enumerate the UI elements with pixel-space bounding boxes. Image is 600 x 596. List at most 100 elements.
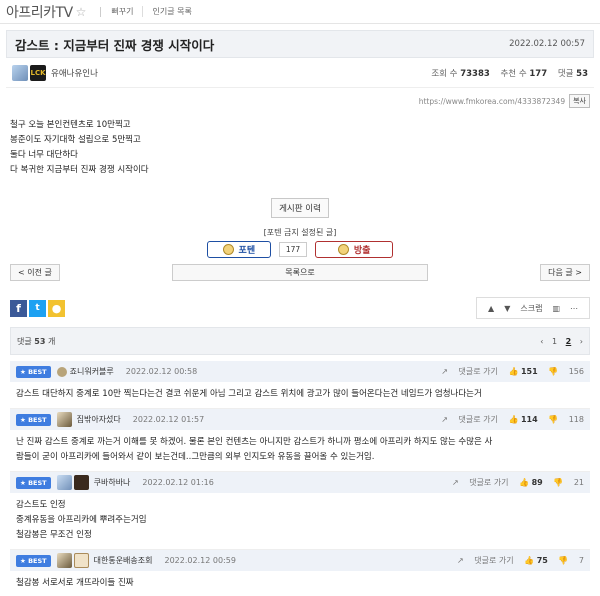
best-badge: ★ BEST	[16, 554, 51, 567]
list-button[interactable]: 목록으로	[172, 264, 428, 281]
upvote-label: 포텐	[238, 246, 256, 256]
comment-date: 2022.02.12 00:59	[164, 556, 236, 565]
user-icon	[56, 366, 67, 377]
downvote-button[interactable]: 방출	[315, 241, 394, 258]
post-date: 2022.02.12 00:57	[509, 39, 585, 49]
copy-button[interactable]: 복사	[569, 94, 590, 108]
prev-post-button[interactable]: < 이전 글	[10, 264, 60, 281]
author-name[interactable]: 유애나유인나	[51, 67, 98, 79]
pager-page-2[interactable]: 2	[566, 337, 572, 346]
arrow-down-icon[interactable]: ▼	[504, 304, 510, 313]
top-link-popular[interactable]: 인기글 목록	[141, 6, 192, 17]
reply-link[interactable]: ↗ 댓글로 가기	[441, 415, 498, 424]
next-post-button[interactable]: 다음 글 >	[540, 264, 590, 281]
post-nav: < 이전 글 목록으로 다음 글 >	[10, 264, 590, 281]
share-row: f t ● ▲ ▼ 스크랩 ▥ ⋯	[10, 297, 590, 319]
best-badge: ★ BEST	[16, 365, 51, 378]
divider	[100, 6, 102, 17]
user-avatar	[73, 553, 89, 568]
pager-prev[interactable]: ‹	[540, 337, 543, 346]
pager-next[interactable]: ›	[580, 337, 583, 346]
comment-pager: ‹ 1 2 ›	[534, 337, 583, 346]
reply-link[interactable]: ↗ 댓글로 가기	[441, 367, 498, 376]
recommend-count: 177	[529, 68, 548, 79]
reply-link[interactable]: ↗ 댓글로 가기	[457, 556, 514, 565]
dislike-button[interactable]: 👎 21	[553, 478, 584, 487]
smile-icon	[222, 244, 234, 255]
like-button[interactable]: 👍 114	[508, 415, 537, 424]
like-button[interactable]: 👍 89	[519, 478, 543, 487]
downvote-label: 방출	[353, 246, 371, 256]
comment-date: 2022.02.12 01:57	[132, 415, 205, 424]
vote-label: [포텐 금지 설정된 글]	[263, 228, 337, 237]
author[interactable]: LCK 유애나유인나	[12, 64, 98, 81]
pager-page-1[interactable]: 1	[552, 337, 557, 346]
comment: ★ BEST 죠니워커블루 2022.02.12 00:58 ↗ 댓글로 가기 …	[10, 361, 590, 409]
top-link-cuckoo[interactable]: 뻐꾸기	[111, 6, 133, 17]
frown-icon	[337, 244, 349, 255]
board-history-button[interactable]: 게시판 이력	[271, 198, 329, 218]
comments-count: 53	[576, 68, 588, 79]
comment-author[interactable]: 쿠바하바나	[94, 477, 131, 488]
post-line: 다 복귀한 지금부터 진짜 경쟁 시작이다	[10, 165, 149, 175]
post-tools: ▲ ▼ 스크랩 ▥ ⋯	[476, 297, 590, 319]
reply-link[interactable]: ↗ 댓글로 가기	[452, 478, 509, 487]
best-badge: ★ BEST	[16, 476, 51, 489]
comment: ★ BEST 대한통운배송조회 2022.02.12 00:59 ↗ 댓글로 가…	[10, 550, 590, 596]
comment-head: ★ BEST 집밖아자섰다 2022.02.12 01:57 ↗ 댓글로 가기 …	[10, 409, 590, 430]
twitter-icon[interactable]: t	[29, 299, 46, 317]
comment-line: 철감봉 서로서로 개뜨라이들 진짜	[16, 578, 134, 588]
comment-body: 철감봉 서로서로 개뜨라이들 진짜	[10, 571, 590, 596]
post-line: 봉준이도 자기대학 설립으로 5만찍고	[10, 135, 141, 145]
upvote-button[interactable]: 포텐	[206, 241, 271, 258]
comment-author[interactable]: 죠니워커블루	[70, 366, 114, 377]
recommend-label: 추천 수	[500, 68, 527, 79]
comment-line: 철감봉은 무조건 인정	[16, 530, 92, 540]
dislike-button[interactable]: 👎 7	[558, 556, 584, 565]
scrap-button[interactable]: 스크랩	[520, 303, 542, 314]
comment-author[interactable]: 집밖아자섰다	[77, 414, 121, 425]
author-bar: LCK 유애나유인나 조회 수 73383 추천 수 177 댓글 53	[6, 58, 594, 88]
comment: ★ BEST 쿠바하바나 2022.02.12 01:16 ↗ 댓글로 가기 👍…	[10, 472, 590, 550]
vote-count: 177	[278, 242, 308, 257]
more-icon[interactable]: ⋯	[570, 304, 578, 313]
chart-icon[interactable]: ▥	[552, 304, 560, 313]
star-icon[interactable]: ☆	[76, 5, 87, 19]
comment-author[interactable]: 대한통운배송조회	[94, 555, 153, 566]
level-icon: LCK	[30, 64, 46, 81]
avatar	[12, 64, 28, 81]
comment-body: 감스트도 인정 중계유동을 아프리카에 뿌려주는거임 철감봉은 무조건 인정	[10, 493, 590, 549]
arrow-up-icon[interactable]: ▲	[488, 304, 494, 313]
comment-date: 2022.02.12 00:58	[125, 367, 198, 376]
comment-count: 댓글 53 개	[17, 336, 56, 346]
post-url[interactable]: https://www.fmkorea.com/4333872349	[419, 97, 565, 106]
user-avatar	[73, 475, 89, 490]
like-button[interactable]: 👍 151	[508, 367, 537, 376]
site-title[interactable]: 아프리카TV	[6, 2, 73, 22]
best-badge: ★ BEST	[16, 413, 51, 426]
post-body: 철구 오늘 본인컨텐츠로 10만찍고 봉준이도 자기대학 설립으로 5만찍고 둘…	[0, 110, 600, 178]
kakao-icon[interactable]: ●	[48, 299, 65, 317]
views-count: 73383	[460, 68, 490, 79]
dislike-button[interactable]: 👎 118	[548, 415, 584, 424]
post-title: 감스트 : 지금부터 진짜 경쟁 시작이다	[15, 37, 215, 53]
comment-body: 감스트 대단하지 중계로 10만 찍는다는건 결코 쉬운게 아님 그리고 감스트…	[10, 382, 590, 408]
post-line: 둘다 너무 대단하다	[10, 150, 78, 160]
facebook-icon[interactable]: f	[10, 299, 27, 317]
comment-head: ★ BEST 대한통운배송조회 2022.02.12 00:59 ↗ 댓글로 가…	[10, 550, 590, 571]
comment-head: ★ BEST 죠니워커블루 2022.02.12 00:58 ↗ 댓글로 가기 …	[10, 361, 590, 382]
vote-row: 포텐 177 방출	[0, 241, 600, 258]
user-avatar	[56, 553, 72, 568]
top-bar: 아프리카TV ☆ 뻐꾸기 인기글 목록	[0, 0, 600, 24]
post-stats: 조회 수 73383 추천 수 177 댓글 53	[431, 67, 588, 79]
share-icons: f t ●	[10, 299, 67, 317]
like-button[interactable]: 👍 75	[524, 556, 548, 565]
dislike-button[interactable]: 👎 156	[548, 367, 584, 376]
views-label: 조회 수	[431, 68, 458, 79]
comment-head: ★ BEST 쿠바하바나 2022.02.12 01:16 ↗ 댓글로 가기 👍…	[10, 472, 590, 493]
comment-line: 감스트 대단하지 중계로 10만 찍는다는건 결코 쉬운게 아님 그리고 감스트…	[16, 389, 482, 399]
comments-label: 댓글	[557, 68, 574, 79]
comment-line: 람들이 굳이 아프리카에 들어와서 같이 보는건데..그만큼의 외부 인지도와 …	[16, 452, 375, 462]
post-title-bar: 감스트 : 지금부터 진짜 경쟁 시작이다 2022.02.12 00:57	[6, 30, 594, 58]
history-wrap: 게시판 이력	[0, 198, 600, 218]
